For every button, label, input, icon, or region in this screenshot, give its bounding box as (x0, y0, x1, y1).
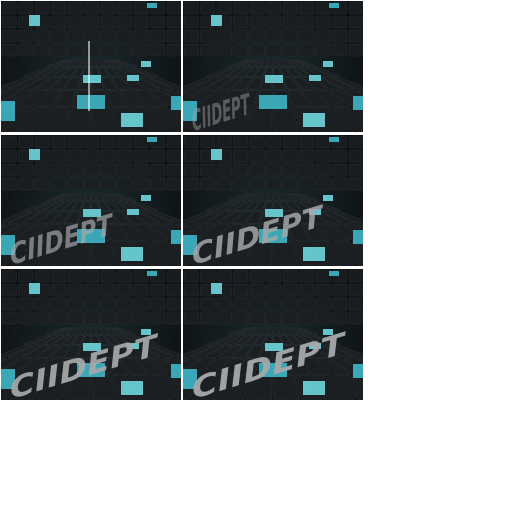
render-frame-3: CIIDEPT (1, 135, 181, 266)
render-sequence-sheet: CIIDEPT CIIDEPT CIIDEPT CIIDEPT CIIDEPT (0, 0, 512, 512)
render-scene-1 (1, 1, 181, 132)
render-scene-6: CIIDEPT (183, 269, 363, 400)
render-scene-3: CIIDEPT (1, 135, 181, 266)
render-frame-6: CIIDEPT (183, 269, 363, 400)
render-frame-2: CIIDEPT (183, 1, 363, 132)
render-frame-4: CIIDEPT (183, 135, 363, 266)
render-scene-5: CIIDEPT (1, 269, 181, 400)
render-scene-2: CIIDEPT (183, 1, 363, 132)
render-frame-1 (1, 1, 181, 132)
render-frame-5: CIIDEPT (1, 269, 181, 400)
render-scene-4: CIIDEPT (183, 135, 363, 266)
